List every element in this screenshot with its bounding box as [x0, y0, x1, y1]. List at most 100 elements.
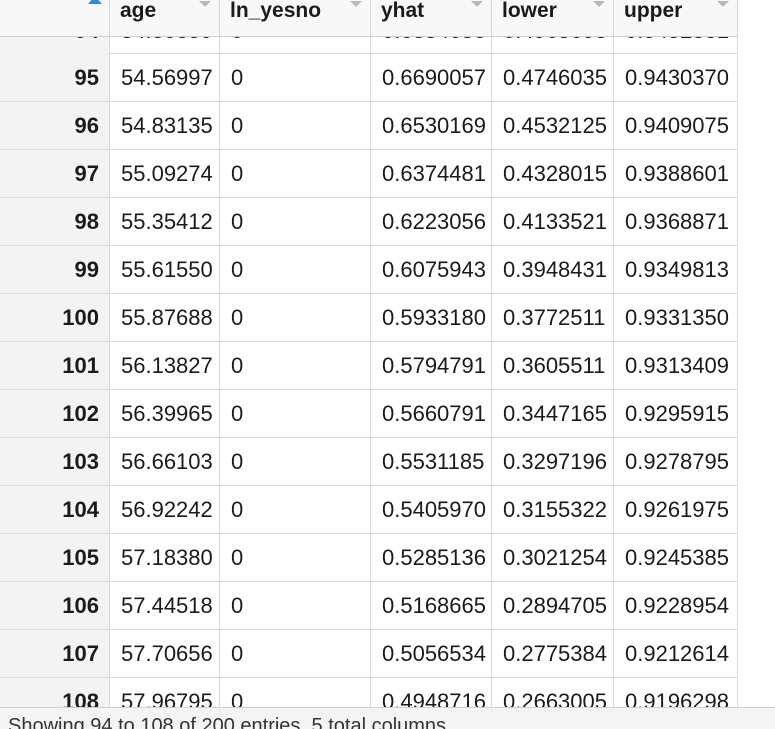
cell-ln-yesno: 0 — [220, 198, 371, 245]
row-index: 105 — [0, 534, 110, 581]
cell-upper: 0.9409075 — [614, 102, 738, 149]
cell-lower: 0.3021254 — [492, 534, 614, 581]
row-index: 107 — [0, 630, 110, 677]
row-index: 97 — [0, 150, 110, 197]
table-row: 103 56.66103 0 0.5531185 0.3297196 0.9278795 — [0, 438, 738, 486]
cell-upper: 0.9212614 — [614, 630, 738, 677]
cell-age: 56.92242 — [110, 486, 220, 533]
cell-yhat: 0.5405970 — [371, 486, 492, 533]
cell-upper: 0.9261975 — [614, 486, 738, 533]
cell-age: 57.44518 — [110, 582, 220, 629]
cell-lower: 0.2775384 — [492, 630, 614, 677]
sort-ascending-icon — [88, 0, 102, 4]
header-upper[interactable]: upper — [614, 0, 738, 36]
cell-lower: 0.4328015 — [492, 150, 614, 197]
sort-caret-icon[interactable] — [350, 1, 362, 7]
cell-ln-yesno: 0 — [220, 486, 371, 533]
header-index-corner[interactable] — [0, 0, 110, 36]
data-viewer[interactable]: 94 54.30859 0 0.6854058 0.4965698 0.9452… — [0, 0, 775, 707]
cell-lower: 0.4532125 — [492, 102, 614, 149]
cell-lower: 0.3772511 — [492, 294, 614, 341]
cell-upper: 0.9245385 — [614, 534, 738, 581]
cell-lower: 0.4133521 — [492, 198, 614, 245]
cell-age: 57.96795 — [110, 678, 220, 707]
table-header: age ln_yesno yhat lower upper — [0, 0, 738, 37]
table-row: 106 57.44518 0 0.5168665 0.2894705 0.9228954 — [0, 582, 738, 630]
table-row: 108 57.96795 0 0.4948716 0.2663005 0.9196298 — [0, 678, 738, 707]
cell-lower: 0.3297196 — [492, 438, 614, 485]
header-label: lower — [502, 0, 557, 22]
cell-yhat: 0.6075943 — [371, 246, 492, 293]
cell-lower: 0.3605511 — [492, 342, 614, 389]
cell-lower: 0.3155322 — [492, 486, 614, 533]
header-label: age — [120, 0, 157, 22]
row-index: 108 — [0, 678, 110, 707]
cell-ln-yesno: 0 — [220, 342, 371, 389]
header-age[interactable]: age — [110, 0, 220, 36]
cell-yhat: 0.6374481 — [371, 150, 492, 197]
cell-upper: 0.9196298 — [614, 678, 738, 707]
cell-yhat: 0.5660791 — [371, 390, 492, 437]
cell-age: 54.56997 — [110, 54, 220, 101]
cell-yhat: 0.5285136 — [371, 534, 492, 581]
header-label: ln_yesno — [230, 0, 322, 22]
cell-age: 55.61550 — [110, 246, 220, 293]
table-row: 104 56.92242 0 0.5405970 0.3155322 0.9261975 — [0, 486, 738, 534]
cell-upper: 0.9331350 — [614, 294, 738, 341]
cell-age: 57.18380 — [110, 534, 220, 581]
cell-ln-yesno: 0 — [220, 246, 371, 293]
cell-upper: 0.9368871 — [614, 198, 738, 245]
cell-upper: 0.9388601 — [614, 150, 738, 197]
cell-yhat: 0.5531185 — [371, 438, 492, 485]
row-index: 104 — [0, 486, 110, 533]
cell-lower: 0.4746035 — [492, 54, 614, 101]
cell-age: 55.09274 — [110, 150, 220, 197]
cell-age: 55.87688 — [110, 294, 220, 341]
header-yhat[interactable]: yhat — [371, 0, 492, 36]
table-row: 96 54.83135 0 0.6530169 0.4532125 0.9409075 — [0, 102, 738, 150]
cell-ln-yesno: 0 — [220, 438, 371, 485]
table-row: 107 57.70656 0 0.5056534 0.2775384 0.9212614 — [0, 630, 738, 678]
row-index: 95 — [0, 54, 110, 101]
cell-age: 56.66103 — [110, 438, 220, 485]
cell-ln-yesno: 0 — [220, 582, 371, 629]
cell-yhat: 0.5794791 — [371, 342, 492, 389]
cell-ln-yesno: 0 — [220, 150, 371, 197]
cell-upper: 0.9430370 — [614, 54, 738, 101]
sort-caret-icon[interactable] — [471, 1, 483, 7]
cell-upper: 0.9349813 — [614, 246, 738, 293]
sort-caret-icon[interactable] — [717, 1, 729, 7]
cell-age: 57.70656 — [110, 630, 220, 677]
row-index: 106 — [0, 582, 110, 629]
row-index: 100 — [0, 294, 110, 341]
status-bar: Showing 94 to 108 of 200 entries, 5 tota… — [0, 707, 775, 729]
header-ln-yesno[interactable]: ln_yesno — [220, 0, 371, 36]
cell-ln-yesno: 0 — [220, 678, 371, 707]
cell-upper: 0.9278795 — [614, 438, 738, 485]
cell-upper: 0.9228954 — [614, 582, 738, 629]
sort-caret-icon[interactable] — [593, 1, 605, 7]
sort-caret-icon[interactable] — [199, 1, 211, 7]
cell-yhat: 0.5168665 — [371, 582, 492, 629]
cell-age: 54.83135 — [110, 102, 220, 149]
table-row: 97 55.09274 0 0.6374481 0.4328015 0.9388601 — [0, 150, 738, 198]
cell-age: 56.13827 — [110, 342, 220, 389]
cell-ln-yesno: 0 — [220, 54, 371, 101]
header-label: upper — [624, 0, 683, 22]
table-row: 100 55.87688 0 0.5933180 0.3772511 0.9331350 — [0, 294, 738, 342]
cell-age: 55.35412 — [110, 198, 220, 245]
cell-yhat: 0.5056534 — [371, 630, 492, 677]
cell-lower: 0.2894705 — [492, 582, 614, 629]
row-index: 101 — [0, 342, 110, 389]
cell-ln-yesno: 0 — [220, 102, 371, 149]
row-index: 102 — [0, 390, 110, 437]
cell-lower: 0.2663005 — [492, 678, 614, 707]
table-row: 95 54.56997 0 0.6690057 0.4746035 0.9430370 — [0, 54, 738, 102]
cell-age: 56.39965 — [110, 390, 220, 437]
table-row: 105 57.18380 0 0.5285136 0.3021254 0.9245385 — [0, 534, 738, 582]
cell-lower: 0.3447165 — [492, 390, 614, 437]
header-lower[interactable]: lower — [492, 0, 614, 36]
cell-upper: 0.9295915 — [614, 390, 738, 437]
table-row: 99 55.61550 0 0.6075943 0.3948431 0.9349813 — [0, 246, 738, 294]
row-index: 96 — [0, 102, 110, 149]
